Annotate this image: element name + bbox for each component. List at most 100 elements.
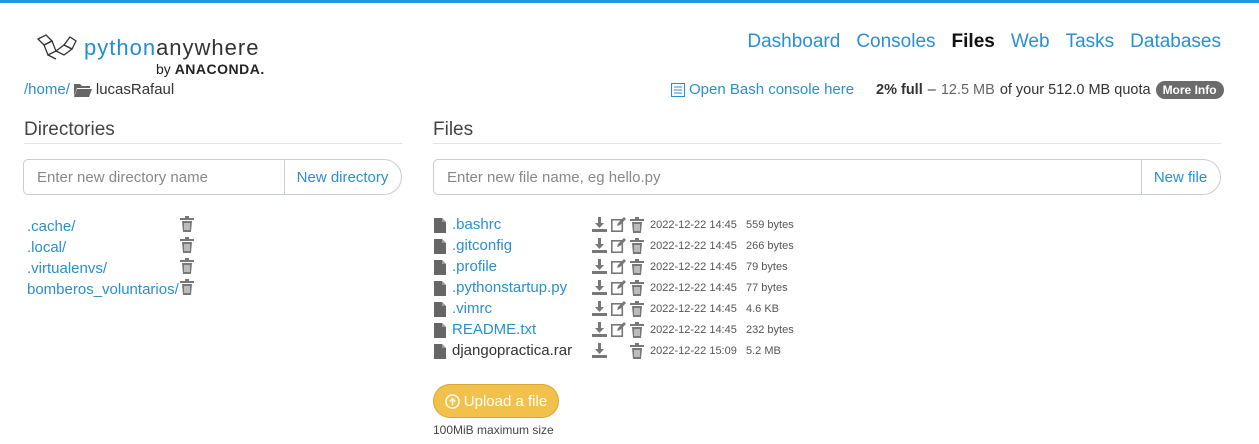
file-date: 2022-12-22 14:45: [650, 324, 737, 336]
trash-icon[interactable]: [630, 217, 644, 233]
breadcrumb-home[interactable]: /home/: [24, 81, 70, 98]
file-link[interactable]: .gitconfig: [452, 237, 512, 254]
directory-row: bomberos_voluntarios/: [27, 279, 179, 299]
pythonanywhere-logo[interactable]: pythonanywhere by ANACONDA.: [34, 31, 274, 81]
file-icon: [434, 281, 446, 296]
trash-icon[interactable]: [630, 322, 644, 338]
directories-divider: [24, 143, 402, 144]
download-icon[interactable]: [592, 280, 607, 295]
file-icon: [434, 323, 446, 338]
download-icon[interactable]: [592, 217, 607, 232]
logo-byline: by ANACONDA.: [156, 61, 265, 77]
logo-wordmark: pythonanywhere: [84, 35, 260, 60]
edit-icon[interactable]: [611, 217, 626, 232]
file-date: 2022-12-22 14:45: [650, 282, 737, 294]
file-size: 4.6 KB: [746, 303, 780, 315]
download-icon[interactable]: [592, 322, 607, 337]
edit-icon[interactable]: [611, 322, 626, 337]
files-title: Files: [433, 119, 474, 140]
upload-size-note: 100MiB maximum size: [433, 423, 554, 437]
file-actions: [592, 343, 644, 359]
download-icon[interactable]: [592, 238, 607, 253]
file-size: 77 bytes: [746, 282, 788, 294]
directory-link[interactable]: .local/: [27, 239, 66, 256]
python-logo-icon: [36, 34, 77, 60]
new-file-button[interactable]: New file: [1141, 159, 1221, 195]
file-actions: [592, 322, 644, 338]
trash-icon[interactable]: [630, 259, 644, 275]
file-date: 2022-12-22 14:45: [650, 303, 737, 315]
file-link[interactable]: .vimrc: [452, 300, 492, 317]
nav-dashboard[interactable]: Dashboard: [747, 31, 840, 53]
quota-status: 2% full – 12.5 MB of your 512.0 MB quota…: [876, 81, 1224, 99]
nav-files[interactable]: Files: [952, 31, 995, 53]
file-link[interactable]: .bashrc: [452, 216, 501, 233]
download-icon[interactable]: [592, 301, 607, 316]
open-bash-console-link[interactable]: Open Bash console here: [671, 81, 854, 98]
file-link[interactable]: .profile: [452, 258, 497, 275]
quota-used: 12.5 MB: [940, 82, 995, 98]
file-actions: [592, 217, 644, 233]
file-actions: [592, 238, 644, 254]
file-actions: [592, 280, 644, 296]
trash-icon[interactable]: [630, 238, 644, 254]
directories-title: Directories: [24, 119, 115, 140]
edit-icon[interactable]: [611, 259, 626, 274]
new-directory-button[interactable]: New directory: [284, 159, 402, 195]
upload-label: Upload a file: [463, 392, 548, 410]
edit-icon[interactable]: [611, 280, 626, 295]
file-actions: [592, 301, 644, 317]
file-date: 2022-12-22 14:45: [650, 240, 737, 252]
new-file-input[interactable]: Enter new file name, eg hello.py: [433, 159, 1142, 195]
trash-icon[interactable]: [180, 279, 194, 295]
trash-icon[interactable]: [180, 216, 194, 232]
file-icon: [434, 344, 446, 359]
download-icon[interactable]: [592, 259, 607, 274]
trash-icon[interactable]: [180, 237, 194, 253]
nav-tasks[interactable]: Tasks: [1066, 31, 1115, 53]
trash-icon[interactable]: [180, 258, 194, 274]
upload-file-button[interactable]: Upload a file: [433, 384, 559, 418]
edit-icon[interactable]: [611, 238, 626, 253]
file-date: 2022-12-22 14:45: [650, 219, 737, 231]
file-link[interactable]: .pythonstartup.py: [452, 279, 567, 296]
folder-open-icon: [73, 83, 92, 97]
breadcrumb: /home/ lucasRafaul: [24, 81, 174, 98]
quota-dash: –: [927, 82, 936, 98]
file-size: 79 bytes: [746, 261, 788, 273]
directory-row: .cache/: [27, 216, 75, 236]
new-directory-input[interactable]: Enter new directory name: [23, 159, 285, 195]
file-icon: [434, 260, 446, 275]
nav-web[interactable]: Web: [1011, 31, 1050, 53]
upload-icon: [444, 393, 460, 409]
file-actions: [592, 259, 644, 275]
console-icon: [671, 82, 685, 97]
directory-row: .local/: [27, 237, 66, 257]
nav-consoles[interactable]: Consoles: [856, 31, 935, 53]
main-nav: Dashboard Consoles Files Web Tasks Datab…: [747, 31, 1221, 53]
trash-icon[interactable]: [630, 280, 644, 296]
edit-placeholder: [611, 343, 626, 359]
directory-link[interactable]: bomberos_voluntarios/: [27, 281, 179, 298]
file-size: 559 bytes: [746, 219, 794, 231]
file-link[interactable]: README.txt: [452, 321, 536, 338]
file-icon: [434, 239, 446, 254]
nav-databases[interactable]: Databases: [1130, 31, 1221, 53]
edit-icon[interactable]: [611, 301, 626, 316]
trash-icon[interactable]: [630, 301, 644, 317]
directory-link[interactable]: .cache/: [27, 218, 75, 235]
file-link[interactable]: djangopractica.rar: [452, 342, 572, 359]
file-size: 232 bytes: [746, 324, 794, 336]
more-info-button[interactable]: More Info: [1155, 81, 1224, 99]
bash-console-label: Open Bash console here: [689, 81, 855, 98]
files-divider: [433, 143, 1221, 144]
trash-icon[interactable]: [630, 343, 644, 359]
file-icon: [434, 302, 446, 317]
file-date: 2022-12-22 15:09: [650, 345, 737, 357]
file-date: 2022-12-22 14:45: [650, 261, 737, 273]
download-icon[interactable]: [592, 343, 607, 358]
quota-total: of your 512.0 MB quota: [999, 82, 1151, 98]
file-icon: [434, 218, 446, 233]
directory-link[interactable]: .virtualenvs/: [27, 260, 107, 277]
directory-row: .virtualenvs/: [27, 258, 107, 278]
